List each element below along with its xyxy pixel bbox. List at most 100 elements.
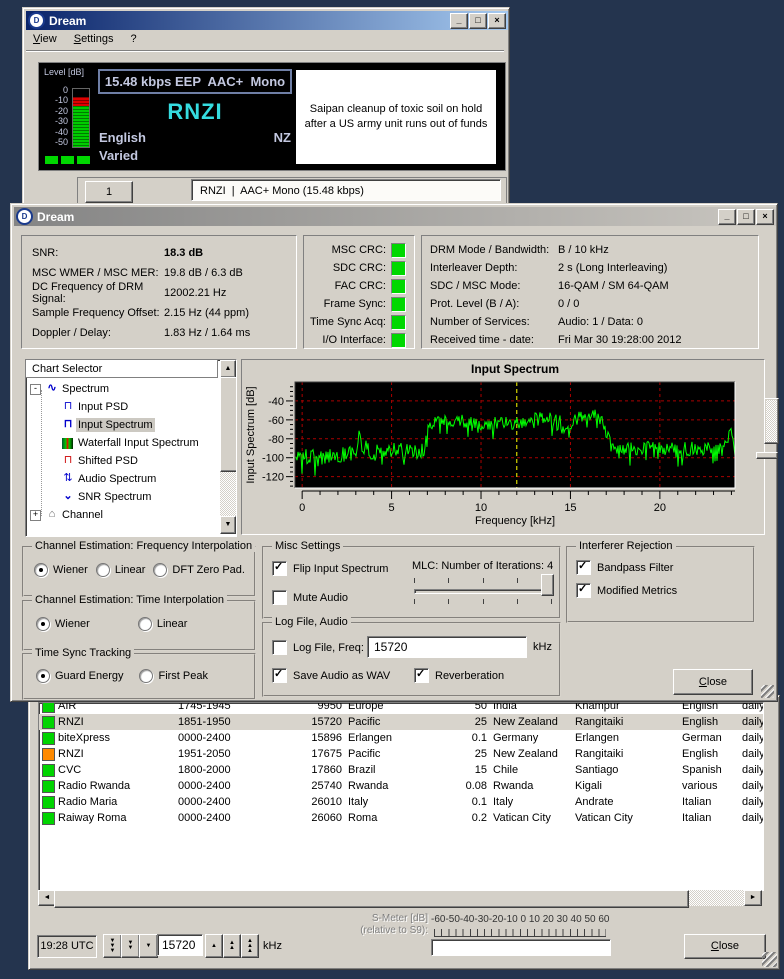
close-window-icon[interactable]: × [756, 209, 774, 225]
radio-option[interactable]: Linear [138, 617, 188, 631]
maximize-button[interactable]: □ [737, 209, 755, 225]
tree-vscrollbar[interactable]: ▲ ▼ [220, 360, 236, 534]
scroll-down-icon[interactable]: ▼ [220, 516, 236, 534]
mlc-slider[interactable] [414, 578, 552, 606]
tree-expander-icon[interactable]: - [30, 384, 41, 395]
dialog-close-button[interactable]: Close [673, 669, 753, 695]
scroll-up-icon[interactable]: ▲ [220, 360, 236, 378]
station-row[interactable]: Radio Rwanda 0000-2400 25740 Rwanda 0.08… [39, 778, 763, 794]
stations-vscrollbar-fragment[interactable] [764, 398, 779, 444]
tree-item[interactable]: Input PSD [28, 398, 218, 416]
tree-item-icon [60, 400, 76, 414]
station-frequency-cell: 26010 [292, 796, 342, 808]
freq-down-coarse-button[interactable]: ▼▼▼ [103, 934, 122, 958]
radio-option[interactable]: Linear [96, 563, 146, 577]
radio-option[interactable]: Wiener [34, 563, 88, 577]
checkbox-option[interactable]: Flip Input Spectrum [272, 561, 422, 576]
station-power-cell: 0.1 [442, 796, 487, 808]
log-freq-input[interactable] [367, 636, 527, 658]
tree-scroll-thumb[interactable] [220, 377, 237, 472]
radio-option[interactable]: First Peak [139, 669, 208, 683]
freq-up-fine-button[interactable]: ▲ [205, 934, 223, 958]
radio-option[interactable]: DFT Zero Pad. [153, 563, 245, 577]
station-row[interactable]: RNZI 1851-1950 15720 Pacific 25 New Zeal… [39, 714, 763, 730]
scrollbar-ridge [756, 452, 778, 459]
hscroll-thumb[interactable] [54, 890, 689, 908]
station-power-cell: 0.08 [442, 780, 487, 792]
checkbox-icon [272, 640, 287, 655]
station-row[interactable]: Raiway Roma 0000-2400 26060 Roma 0.2 Vat… [39, 810, 763, 826]
smeter-label-line1: S-Meter [dB] [308, 913, 428, 925]
tree-item[interactable]: Shifted PSD [28, 452, 218, 470]
station-target-cell: Italy [348, 796, 440, 808]
station-power-cell: 25 [442, 716, 487, 728]
checkbox-option[interactable]: Reverberation [414, 668, 556, 683]
station-row[interactable]: RNZI 1951-2050 17675 Pacific 25 New Zeal… [39, 746, 763, 762]
tree-item[interactable]: - Spectrum [28, 380, 218, 398]
checkbox-option[interactable]: Modified Metrics [576, 583, 753, 598]
maximize-button[interactable]: □ [469, 13, 487, 29]
minimize-button[interactable]: _ [450, 13, 468, 29]
log-file-freq-checkbox[interactable]: Log File, Freq: [272, 640, 364, 655]
radio-option[interactable]: Wiener [36, 617, 90, 631]
radio-button-icon [139, 669, 153, 683]
menu-item[interactable]: Settings [67, 30, 121, 48]
freq-up-coarse-button[interactable]: ▲▲▲ [241, 934, 259, 958]
stations-hscrollbar[interactable]: ◄ ► [38, 890, 762, 906]
svg-text:Frequency [kHz]: Frequency [kHz] [475, 515, 555, 527]
tree-item[interactable]: + Channel [28, 506, 218, 524]
menu-item[interactable]: View [26, 30, 64, 48]
station-country-cell: Rwanda [493, 780, 573, 792]
resize-grip[interactable] [761, 685, 774, 698]
svg-text:Input Spectrum: Input Spectrum [471, 362, 559, 376]
station-row[interactable]: AIR 1745-1945 9950 Europe 50 India Khamp… [39, 702, 763, 714]
station-name-cell: Radio Rwanda [58, 780, 176, 792]
station-status-led [42, 716, 55, 729]
menu-item[interactable]: ? [124, 30, 144, 48]
tree-item[interactable]: SNR Spectrum [28, 488, 218, 506]
station-language-cell: English [682, 716, 740, 728]
checkbox-option[interactable]: Save Audio as WAV [272, 668, 414, 683]
station-site-cell: Rangitaiki [575, 716, 679, 728]
minimize-button[interactable]: _ [718, 209, 736, 225]
scroll-right-icon[interactable]: ► [744, 890, 762, 906]
stations-list[interactable]: AIR 1745-1945 9950 Europe 50 India Khamp… [38, 702, 764, 891]
freq-down-medium-button[interactable]: ▼▼ [121, 934, 140, 958]
radio-option[interactable]: Guard Energy [36, 669, 123, 683]
station-name-cell: AIR [58, 702, 176, 712]
station-row[interactable]: CVC 1800-2000 17860 Brazil 15 Chile Sant… [39, 762, 763, 778]
resize-grip[interactable] [762, 952, 777, 967]
service-row: 1 RNZI | AAC+ Mono (15.48 kbps) [77, 177, 507, 205]
tree-item-icon [60, 490, 76, 504]
freq-up-medium-button[interactable]: ▲▲ [223, 934, 241, 958]
station-time-cell: 0000-2400 [178, 780, 268, 792]
station-row[interactable]: Radio Maria 0000-2400 26010 Italy 0.1 It… [39, 794, 763, 810]
station-language-cell: Italian [682, 812, 740, 824]
mlc-iterations-label: MLC: Number of Iterations: 4 [412, 560, 553, 572]
service-1-button[interactable]: 1 [85, 181, 133, 203]
tree-item[interactable]: Input Spectrum [28, 416, 218, 434]
slider-handle[interactable] [541, 574, 554, 596]
khz-unit-label: kHz [263, 940, 282, 952]
tree-item[interactable]: Audio Spectrum [28, 470, 218, 488]
station-row[interactable]: biteXpress 0000-2400 15896 Erlangen 0.1 … [39, 730, 763, 746]
stations-close-button[interactable]: Close [684, 934, 766, 959]
status-led-row: SDC CRC: [304, 259, 414, 277]
tree-item[interactable]: Waterfall Input Spectrum [28, 434, 218, 452]
freq-down-fine-button[interactable]: ▼ [139, 934, 158, 958]
frequency-input[interactable] [157, 934, 203, 956]
status-led-row: MSC CRC: [304, 241, 414, 259]
text-message-line1: Saipan cleanup of toxic soil on hold [296, 102, 496, 117]
evaluation-dialog: D Dream _ □ × SNR: 18.3 dB MSC WMER / MS… [10, 203, 778, 702]
close-window-icon[interactable]: × [488, 13, 506, 29]
station-days-cell: daily [742, 716, 763, 728]
checkbox-option[interactable]: Mute Audio [272, 590, 422, 605]
checkbox-option[interactable]: Bandpass Filter [576, 560, 753, 575]
tree-expander-icon[interactable]: + [30, 510, 41, 521]
input-spectrum-chart: -40-60-80-100-12005101520Input SpectrumF… [241, 359, 765, 535]
stat-row: SNR: 18.3 dB [22, 243, 296, 263]
status-led-row: Time Sync Acq: [304, 313, 414, 331]
main-window-titlebar: D Dream _ □ × [26, 11, 508, 30]
station-name-cell: biteXpress [58, 732, 176, 744]
station-frequency-cell: 15896 [292, 732, 342, 744]
